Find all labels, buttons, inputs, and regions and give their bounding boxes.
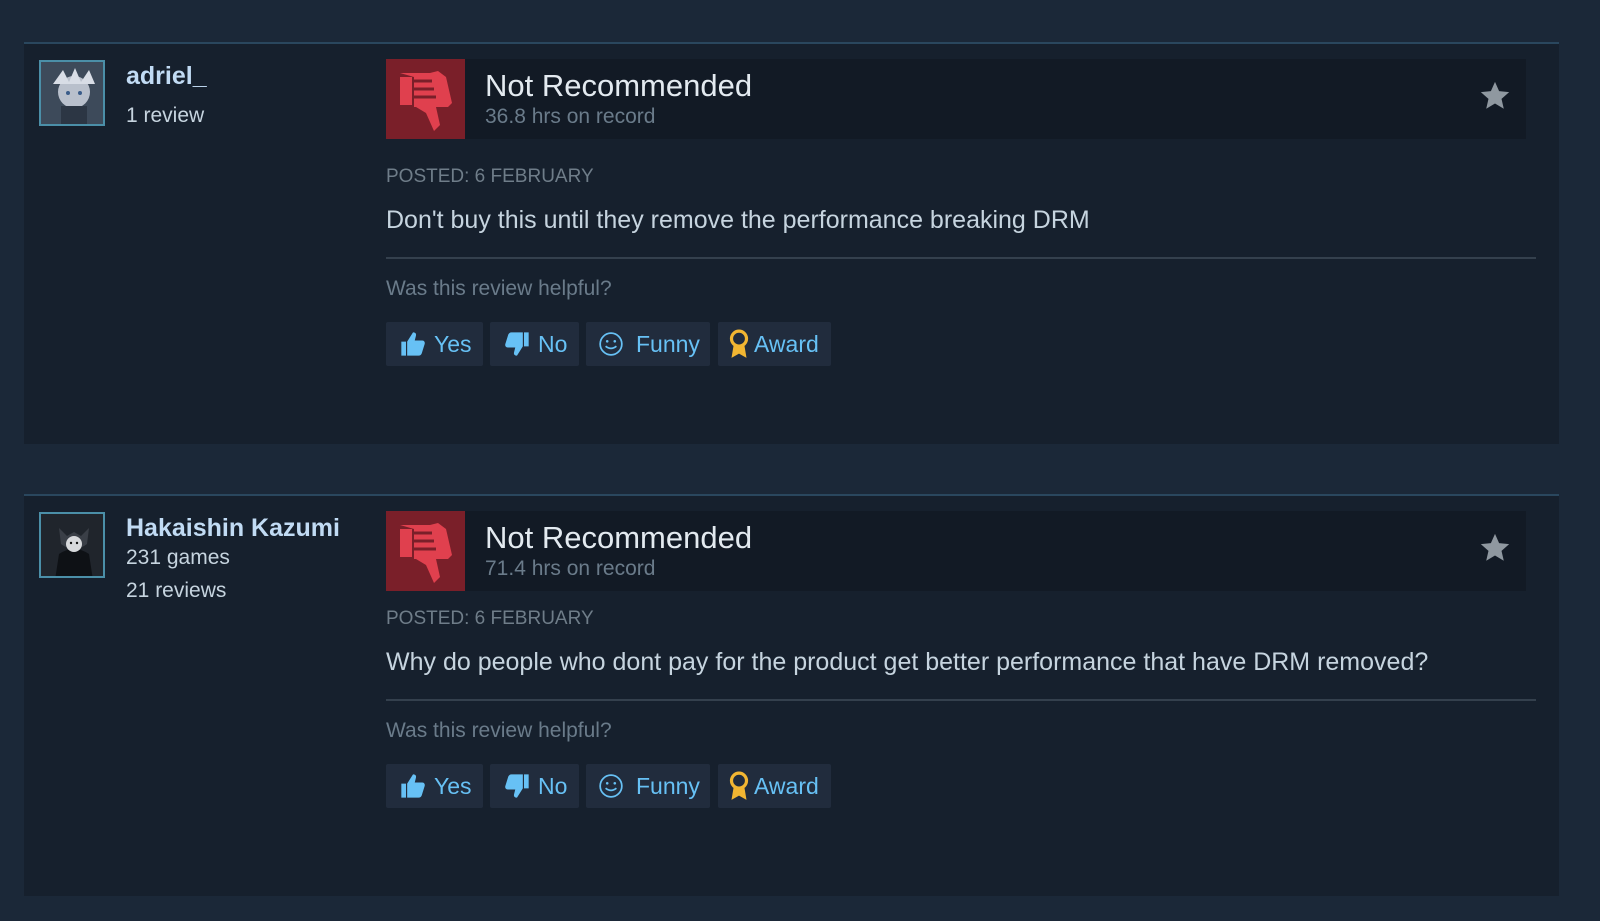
- verdict-title: Not Recommended: [485, 68, 753, 103]
- thumbs-down-icon: [505, 774, 529, 798]
- not-recommended-box: [386, 59, 465, 139]
- review-card: Hakaishin Kazumi 231 games 21 reviews No…: [24, 494, 1559, 896]
- helpful-prompt: Was this review helpful?: [386, 719, 612, 742]
- award-button[interactable]: Award: [718, 322, 831, 366]
- vote-header[interactable]: Not Recommended 36.8 hrs on record: [386, 59, 1526, 139]
- author-name[interactable]: Hakaishin Kazumi: [126, 514, 340, 543]
- thumbs-up-icon: [401, 332, 425, 356]
- posted-date: POSTED: 6 FEBRUARY: [386, 166, 594, 187]
- award-label: Award: [754, 330, 819, 357]
- thumbs-down-icon: [400, 523, 452, 583]
- avatar-image: [41, 514, 103, 576]
- thumbs-down-icon: [400, 71, 452, 131]
- star-icon[interactable]: [1478, 79, 1512, 113]
- divider: [386, 699, 1536, 701]
- thumbs-up-icon: [401, 774, 425, 798]
- funny-button[interactable]: Funny: [586, 764, 710, 808]
- no-label: No: [538, 330, 568, 357]
- no-label: No: [538, 772, 568, 799]
- thumbs-down-icon: [505, 332, 529, 356]
- review-text: Don't buy this until they remove the per…: [386, 206, 1090, 234]
- hours-on-record: 71.4 hrs on record: [485, 557, 656, 580]
- author-review-count[interactable]: 1 review: [126, 104, 204, 128]
- award-button[interactable]: Award: [718, 764, 831, 808]
- award-icon: [729, 771, 749, 800]
- posted-date: POSTED: 6 FEBRUARY: [386, 608, 594, 629]
- author-review-count[interactable]: 21 reviews: [126, 579, 226, 603]
- award-icon: [729, 329, 749, 358]
- star-icon[interactable]: [1478, 531, 1512, 565]
- review-card: adriel_ 1 review Not Recommended 36.8 hr…: [24, 42, 1559, 444]
- avatar-image: [41, 62, 103, 124]
- funny-label: Funny: [636, 330, 700, 357]
- not-recommended-box: [386, 511, 465, 591]
- author-games-count[interactable]: 231 games: [126, 546, 230, 570]
- hours-on-record: 36.8 hrs on record: [485, 105, 656, 128]
- review-text: Why do people who dont pay for the produ…: [386, 648, 1429, 676]
- author-name[interactable]: adriel_: [126, 62, 207, 91]
- yes-label: Yes: [434, 772, 472, 799]
- helpful-prompt: Was this review helpful?: [386, 277, 612, 300]
- divider: [386, 257, 1536, 259]
- avatar[interactable]: [39, 512, 105, 578]
- funny-label: Funny: [636, 772, 700, 799]
- yes-button[interactable]: Yes: [386, 764, 483, 808]
- no-button[interactable]: No: [490, 322, 579, 366]
- avatar[interactable]: [39, 60, 105, 126]
- verdict-title: Not Recommended: [485, 520, 753, 555]
- no-button[interactable]: No: [490, 764, 579, 808]
- smiley-icon: [599, 332, 623, 356]
- vote-header[interactable]: Not Recommended 71.4 hrs on record: [386, 511, 1526, 591]
- funny-button[interactable]: Funny: [586, 322, 710, 366]
- yes-button[interactable]: Yes: [386, 322, 483, 366]
- award-label: Award: [754, 772, 819, 799]
- smiley-icon: [599, 774, 623, 798]
- yes-label: Yes: [434, 330, 472, 357]
